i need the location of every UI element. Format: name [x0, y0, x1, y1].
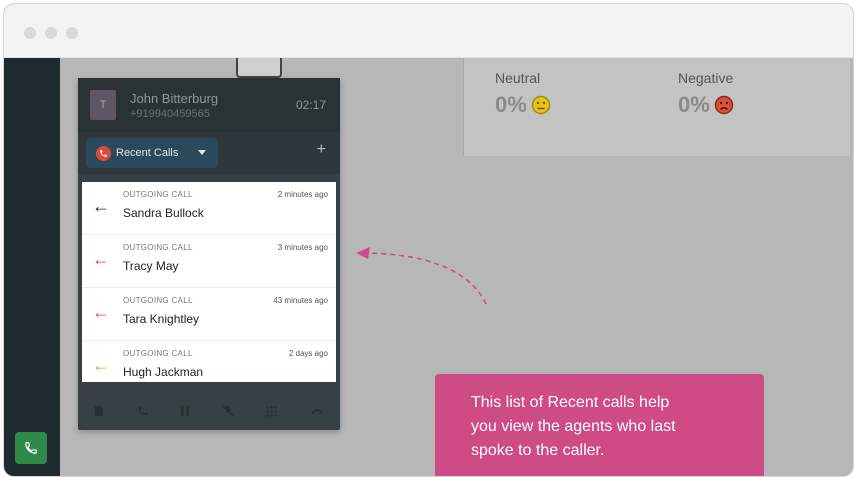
- neutral-value: 0%: [495, 92, 551, 118]
- main-content: Neutral 0% Negative 0% T John Bitterburg…: [60, 58, 853, 476]
- call-contact-name: Sandra Bullock: [123, 206, 204, 220]
- call-contact-name: Hugh Jackman: [123, 365, 204, 379]
- recent-calls-list: ← OUTGOING CALL 2 minutes ago Sandra Bulloc…: [82, 182, 336, 382]
- sidebar-phone-button[interactable]: [15, 432, 47, 464]
- caller-number: +919940459565: [130, 108, 210, 120]
- outgoing-arrow-icon: ←: [92, 355, 110, 375]
- active-caller: T John Bitterburg +919940459565 02:17: [78, 78, 340, 132]
- outgoing-arrow-icon: ←: [92, 249, 110, 269]
- hangup-icon[interactable]: [310, 407, 324, 415]
- callout-line-3: spoke to the caller.: [471, 442, 605, 459]
- window-close-dot[interactable]: [24, 27, 36, 39]
- mute-icon[interactable]: [222, 405, 234, 417]
- call-timer: 02:17: [295, 98, 326, 112]
- negative-value: 0%: [678, 92, 734, 118]
- pause-icon[interactable]: [181, 406, 190, 416]
- keypad-icon[interactable]: [266, 405, 277, 417]
- recent-call-item[interactable]: ← OUTGOING CALL 2 days ago Hugh Jackman: [82, 341, 336, 393]
- outgoing-arrow-icon: ←: [92, 196, 110, 216]
- neutral-face-icon: [531, 95, 551, 115]
- caller-name: John Bitterburg: [130, 91, 219, 106]
- call-contact-name: Tara Knightley: [123, 312, 200, 326]
- sentiment-card: Neutral 0% Negative 0%: [463, 58, 850, 156]
- caller-avatar: T: [90, 90, 116, 120]
- call-time: 2 days ago: [288, 349, 328, 358]
- negative-label: Negative: [678, 70, 734, 86]
- call-time: 2 minutes ago: [277, 190, 328, 199]
- neutral-label: Neutral: [495, 70, 541, 86]
- recent-call-item[interactable]: ← OUTGOING CALL 43 minutes ago Tara Knightl…: [82, 288, 336, 341]
- neutral-percent: 0%: [495, 92, 527, 117]
- call-panel: T John Bitterburg +919940459565 02:17 Re…: [78, 78, 340, 430]
- left-sidebar: [4, 58, 60, 476]
- call-tabs: Recent Calls +: [78, 132, 340, 174]
- window-minimize-dot[interactable]: [45, 27, 57, 39]
- window-maximize-dot[interactable]: [66, 27, 78, 39]
- document-icon: [236, 58, 282, 78]
- call-controls: [78, 396, 340, 426]
- add-tab-button[interactable]: +: [317, 141, 326, 159]
- callout-line-1: This list of Recent calls help: [471, 394, 670, 411]
- call-time: 43 minutes ago: [273, 296, 328, 305]
- recent-calls-dropdown[interactable]: Recent Calls: [86, 138, 218, 168]
- negative-face-icon: [714, 95, 734, 115]
- app-window: Neutral 0% Negative 0% T John Bitterburg…: [4, 4, 853, 476]
- notes-icon[interactable]: [94, 405, 104, 417]
- call-type: OUTGOING CALL: [123, 349, 193, 358]
- recent-calls-phone-icon: [96, 145, 111, 161]
- recent-call-item[interactable]: ← OUTGOING CALL 2 minutes ago Sandra Bulloc…: [82, 182, 336, 235]
- recent-call-item[interactable]: ← OUTGOING CALL 3 minutes ago Tracy May: [82, 235, 336, 288]
- call-time: 3 minutes ago: [277, 243, 328, 252]
- outgoing-arrow-icon: ←: [92, 302, 110, 322]
- call-type: OUTGOING CALL: [123, 296, 193, 305]
- tooltip-callout: This list of Recent calls help you view …: [435, 374, 764, 476]
- call-type: OUTGOING CALL: [123, 190, 193, 199]
- recent-calls-label: Recent Calls: [116, 147, 179, 159]
- call-contact-name: Tracy May: [123, 259, 179, 273]
- callout-line-2: you view the agents who last: [471, 418, 676, 435]
- negative-percent: 0%: [678, 92, 710, 117]
- call-type: OUTGOING CALL: [123, 243, 193, 252]
- phone-icon: [25, 442, 37, 454]
- window-titlebar: [4, 4, 853, 58]
- chevron-down-icon: [198, 150, 206, 155]
- transfer-icon[interactable]: [137, 405, 149, 417]
